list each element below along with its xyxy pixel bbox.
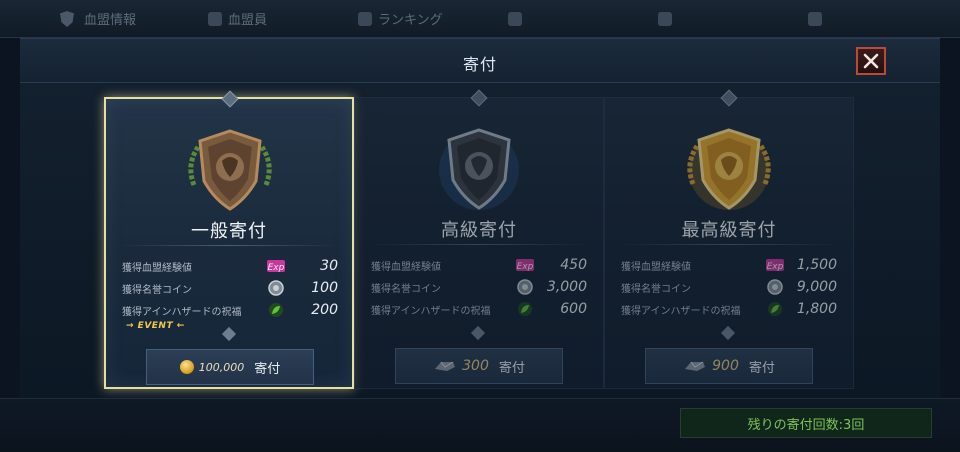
svg-text:Exp: Exp: [517, 262, 534, 272]
reward-row-blessing: 獲得アインハザードの祝福 200: [122, 299, 338, 321]
donation-modal: 寄付 一般寄付 獲得血盟経験値 Exp 30 獲得名誉コイン 100 獲得アイン…: [20, 38, 940, 398]
reward-row-honor-coin: 獲得名誉コイン 100: [122, 277, 338, 299]
reward-label: 獲得名誉コイン: [122, 284, 192, 296]
svg-text:Exp: Exp: [268, 263, 285, 273]
reward-label: 獲得血盟経験値: [371, 261, 441, 273]
tab-icon: [508, 11, 522, 26]
modal-title: 寄付: [462, 55, 497, 74]
reward-value: 1,800: [796, 301, 837, 317]
divider: [369, 244, 589, 245]
blessing-leaf-icon: [515, 300, 535, 318]
reward-label: 獲得血盟経験値: [122, 262, 192, 274]
exp-icon: Exp: [515, 256, 535, 274]
donate-button-premium[interactable]: 300 寄付: [395, 348, 563, 384]
close-icon: [863, 53, 879, 69]
donate-button-label: 寄付: [498, 360, 525, 376]
card-title: 最高級寄付: [681, 220, 777, 241]
reward-row-honor-coin: 獲得名誉コイン 9,000: [621, 276, 837, 298]
reward-list: 獲得血盟経験値 Exp 30 獲得名誉コイン 100 獲得アインハザードの祝福 …: [122, 255, 338, 321]
close-button[interactable]: [856, 47, 886, 75]
reward-list: 獲得血盟経験値 Exp 450 獲得名誉コイン 3,000 獲得アインハザードの…: [371, 254, 587, 320]
tab-clan-info[interactable]: 血盟情報: [58, 9, 208, 28]
cost: 900: [683, 358, 739, 374]
tab-6[interactable]: [808, 11, 958, 26]
card-notch: [221, 326, 237, 342]
cost-value: 100,000: [198, 360, 245, 374]
card-notch: [470, 325, 486, 341]
background-tab-bar: 血盟情報 血盟員 ランキング: [0, 0, 960, 38]
donation-card-supreme[interactable]: 最高級寄付 獲得血盟経験値 Exp 1,500 獲得名誉コイン 9,000 獲得…: [604, 89, 854, 389]
cost-value: 900: [712, 358, 739, 374]
cost-value: 300: [462, 358, 489, 374]
divider: [619, 244, 839, 245]
honor-coin-icon: [266, 279, 286, 297]
blessing-leaf-icon: [765, 300, 785, 318]
tab-4[interactable]: [508, 11, 658, 26]
reward-row-exp: 獲得血盟経験値 Exp 30: [122, 255, 338, 277]
ranking-icon: [358, 11, 372, 26]
tab-ranking[interactable]: ランキング: [358, 9, 508, 28]
exp-icon: Exp: [266, 257, 286, 275]
exp-icon: Exp: [765, 256, 785, 274]
reward-row-honor-coin: 獲得名誉コイン 3,000: [371, 276, 587, 298]
tab-icon: [808, 11, 822, 26]
reward-list: 獲得血盟経験値 Exp 1,500 獲得名誉コイン 9,000 獲得アインハザー…: [621, 254, 837, 320]
reward-value: 9,000: [796, 279, 837, 295]
crystal-icon: [685, 361, 706, 371]
bronze-lion-shield-icon: [188, 129, 272, 211]
card-notch: [720, 325, 736, 341]
silver-lion-shield-icon: [439, 128, 519, 210]
cost: 300: [433, 358, 489, 374]
honor-coin-icon: [765, 278, 785, 296]
reward-value: 3,000: [546, 279, 587, 295]
card-title: 高級寄付: [441, 220, 517, 241]
reward-value: 100: [311, 280, 338, 296]
divider: [120, 245, 338, 246]
cost: 100,000: [179, 360, 245, 374]
reward-row-blessing: 獲得アインハザードの祝福 600: [371, 298, 587, 320]
tab-icon: [658, 11, 672, 26]
donation-card-premium[interactable]: 高級寄付 獲得血盟経験値 Exp 450 獲得名誉コイン 3,000 獲得アイン…: [354, 89, 604, 389]
reward-value: 1,500: [796, 257, 837, 273]
tab-clan-members[interactable]: 血盟員: [208, 9, 358, 28]
donate-button-label: 寄付: [748, 360, 775, 376]
reward-label: 獲得アインハザードの祝福: [371, 305, 491, 317]
reward-label: 獲得アインハザードの祝福: [122, 306, 242, 318]
reward-value: 30: [320, 258, 338, 274]
donate-button-label: 寄付: [254, 361, 281, 377]
reward-value: 600: [560, 301, 587, 317]
gold-coin-icon: [179, 360, 194, 374]
card-notch: [470, 89, 488, 107]
honor-coin-icon: [515, 278, 535, 296]
gold-lion-shield-icon: [687, 128, 771, 210]
blessing-leaf-icon: [266, 301, 286, 319]
tab-5[interactable]: [658, 11, 808, 26]
card-notch: [221, 90, 239, 108]
members-icon: [208, 11, 222, 26]
crystal-icon: [435, 361, 456, 371]
reward-row-blessing: 獲得アインハザードの祝福 1,800: [621, 298, 837, 320]
donate-button-normal[interactable]: 100,000 寄付: [146, 349, 314, 385]
donate-button-supreme[interactable]: 900 寄付: [645, 348, 813, 384]
reward-label: 獲得アインハザードの祝福: [621, 305, 741, 317]
card-title: 一般寄付: [191, 221, 267, 242]
reward-value: 450: [560, 257, 587, 273]
reward-label: 獲得名誉コイン: [371, 283, 441, 295]
card-notch: [720, 89, 738, 107]
reward-label: 獲得名誉コイン: [621, 283, 691, 295]
event-tag: → EVENT ←: [126, 321, 185, 331]
donation-card-normal[interactable]: 一般寄付 獲得血盟経験値 Exp 30 獲得名誉コイン 100 獲得アインハザー…: [104, 90, 354, 389]
remaining-donations-label: 残りの寄付回数:3回: [680, 408, 932, 438]
reward-row-exp: 獲得血盟経験値 Exp 450: [371, 254, 587, 276]
reward-row-exp: 獲得血盟経験値 Exp 1,500: [621, 254, 837, 276]
reward-label: 獲得血盟経験値: [621, 261, 691, 273]
modal-header: 寄付: [20, 39, 940, 83]
reward-value: 200: [311, 302, 338, 318]
svg-text:Exp: Exp: [767, 262, 784, 272]
